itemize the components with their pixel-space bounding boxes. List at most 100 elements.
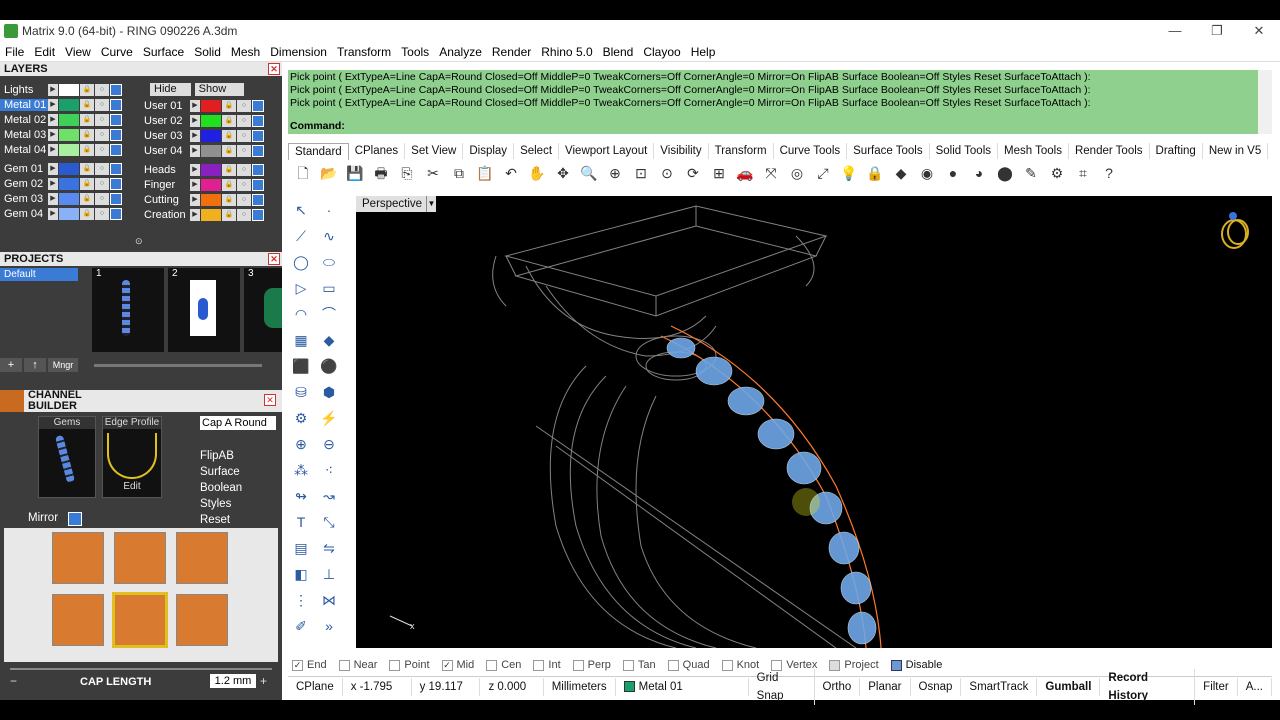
layer-expand-icon[interactable]: ▶ bbox=[48, 128, 58, 141]
show-button[interactable]: Show bbox=[194, 83, 245, 96]
menu-mesh[interactable]: Mesh bbox=[226, 45, 265, 59]
arc-icon[interactable]: ◠ bbox=[290, 304, 312, 324]
up-project-button[interactable]: ↑ bbox=[24, 358, 46, 372]
layer-lock-icon[interactable]: 🔒 bbox=[80, 162, 94, 175]
layer-expand-icon[interactable]: ▶ bbox=[190, 129, 200, 142]
fillet-curve-icon[interactable]: ⌒ bbox=[318, 304, 340, 324]
perspective-viewport[interactable]: x bbox=[356, 196, 1272, 648]
layer-material-icon[interactable] bbox=[110, 128, 122, 141]
car-icon[interactable]: 🚗 bbox=[734, 163, 756, 183]
osnap-project[interactable]: Project bbox=[829, 659, 879, 671]
projects-close-icon[interactable]: ✕ bbox=[268, 253, 280, 265]
cap-style-5-selected[interactable] bbox=[112, 592, 168, 648]
sphere-render-icon[interactable]: ◕ bbox=[968, 163, 990, 183]
layer-visibility-icon[interactable]: ○ bbox=[95, 207, 109, 220]
zoom-extents-icon[interactable]: ⊡ bbox=[630, 163, 652, 183]
circle-icon[interactable]: ◎ bbox=[786, 163, 808, 183]
tab-set-view[interactable]: Set View bbox=[405, 143, 464, 159]
menu-solid[interactable]: Solid bbox=[189, 45, 226, 59]
osnap-near[interactable]: Near bbox=[338, 659, 377, 671]
layer-lock-icon[interactable]: 🔒 bbox=[80, 98, 94, 111]
light-icon[interactable]: 💡 bbox=[838, 163, 860, 183]
layer-visibility-icon[interactable]: ○ bbox=[237, 99, 251, 112]
tab-render-tools[interactable]: Render Tools bbox=[1069, 143, 1150, 159]
osnap-disable[interactable]: Disable bbox=[890, 659, 942, 671]
layer-material-icon[interactable] bbox=[110, 177, 122, 190]
zoom-window-icon[interactable]: ⊕ bbox=[604, 163, 626, 183]
polyline-icon[interactable]: ⟋ bbox=[290, 226, 312, 246]
layer-color-swatch[interactable] bbox=[59, 177, 79, 190]
rotate-view-icon[interactable]: ⟳ bbox=[682, 163, 704, 183]
osnap-int-checkbox[interactable] bbox=[533, 659, 545, 671]
layer-expand-icon[interactable]: ▶ bbox=[190, 114, 200, 127]
layer-expand-icon[interactable]: ▶ bbox=[190, 193, 200, 206]
select-arrow-icon[interactable]: ↖ bbox=[290, 200, 312, 220]
channel-close-icon[interactable]: ✕ bbox=[264, 394, 276, 406]
layer-lock-icon[interactable]: 🔒 bbox=[222, 114, 236, 127]
cap-length-input[interactable]: 1.2 mm bbox=[210, 674, 256, 688]
layer-lock-icon[interactable]: 🔒 bbox=[222, 178, 236, 191]
layer-expand-icon[interactable]: ▶ bbox=[48, 143, 58, 156]
menu-curve[interactable]: Curve bbox=[96, 45, 138, 59]
trim-icon[interactable]: ↬ bbox=[290, 486, 312, 506]
layer-expand-icon[interactable]: ▶ bbox=[190, 99, 200, 112]
layer-name[interactable]: Lights bbox=[0, 84, 48, 96]
layer-row[interactable]: User 02 ▶ 🔒 ○ bbox=[140, 113, 280, 128]
project-thumb-3[interactable]: 3 bbox=[244, 268, 282, 352]
cap-style-4[interactable] bbox=[52, 594, 104, 646]
layer-name[interactable]: User 01 bbox=[140, 100, 190, 112]
save-icon[interactable]: 💾 bbox=[344, 163, 366, 183]
layer-color-swatch[interactable] bbox=[201, 193, 221, 206]
layer-name[interactable]: Metal 02 bbox=[0, 114, 48, 126]
layer-row[interactable]: Gem 02 ▶ 🔒 ○ bbox=[0, 176, 134, 191]
viewport-menu-icon[interactable]: ▼ bbox=[426, 196, 436, 212]
layer-expand-icon[interactable]: ▶ bbox=[48, 162, 58, 175]
project-default[interactable]: Default bbox=[0, 268, 78, 281]
layer-row[interactable]: User 03 ▶ 🔒 ○ bbox=[140, 128, 280, 143]
layer-row[interactable]: User 01 ▶ 🔒 ○ bbox=[140, 98, 280, 113]
box-icon[interactable]: ⬛ bbox=[290, 356, 312, 376]
layer-visibility-icon[interactable]: ○ bbox=[95, 192, 109, 205]
layer-color-swatch[interactable] bbox=[59, 98, 79, 111]
layer-name[interactable]: User 03 bbox=[140, 130, 190, 142]
osnap-point-checkbox[interactable] bbox=[389, 659, 401, 671]
manager-button[interactable]: Mngr bbox=[48, 358, 78, 372]
layer-name[interactable]: Metal 01 bbox=[0, 98, 48, 111]
status-units[interactable]: Millimeters bbox=[544, 677, 616, 696]
layer-color-swatch[interactable] bbox=[59, 128, 79, 141]
option-flipab[interactable]: FlipAB bbox=[200, 448, 276, 464]
dimension-icon[interactable]: ⌗ bbox=[1072, 163, 1094, 183]
layer-lock-icon[interactable]: 🔒 bbox=[80, 113, 94, 126]
layer-name[interactable]: Gem 03 bbox=[0, 193, 48, 205]
layer-row[interactable]: Cutting ▶ 🔒 ○ bbox=[140, 192, 280, 207]
command-scrollbar[interactable] bbox=[1258, 70, 1272, 134]
tab-standard[interactable]: Standard bbox=[288, 142, 349, 160]
menu-view[interactable]: View bbox=[60, 45, 96, 59]
layer-lock-icon[interactable]: 🔒 bbox=[222, 193, 236, 206]
osnap-near-checkbox[interactable] bbox=[338, 659, 350, 671]
rectangle-icon[interactable]: ▭ bbox=[318, 278, 340, 298]
layer-visibility-icon[interactable]: ○ bbox=[237, 163, 251, 176]
option-boolean[interactable]: Boolean bbox=[200, 480, 276, 496]
layer-name[interactable]: Heads bbox=[140, 164, 190, 176]
align-icon[interactable]: ⋈ bbox=[318, 590, 340, 610]
layer-visibility-icon[interactable]: ○ bbox=[95, 98, 109, 111]
command-prompt[interactable]: Command: bbox=[288, 118, 1258, 134]
osnap-tan-checkbox[interactable] bbox=[622, 659, 634, 671]
menu-edit[interactable]: Edit bbox=[29, 45, 60, 59]
pan-icon[interactable]: ✋ bbox=[526, 163, 548, 183]
layer-name[interactable]: Metal 04 bbox=[0, 144, 48, 156]
status-record-history[interactable]: Record History bbox=[1100, 668, 1196, 705]
layer-visibility-icon[interactable]: ○ bbox=[237, 114, 251, 127]
layer-row[interactable]: Metal 04 ▶ 🔒 ○ bbox=[0, 142, 134, 157]
color-wheel-icon[interactable]: ◉ bbox=[916, 163, 938, 183]
text-icon[interactable]: T bbox=[290, 512, 312, 532]
option-reset[interactable]: Reset bbox=[200, 512, 276, 528]
layer-expand-icon[interactable]: ▶ bbox=[48, 177, 58, 190]
layer-row[interactable]: User 04 ▶ 🔒 ○ bbox=[140, 143, 280, 158]
layer-visibility-icon[interactable]: ○ bbox=[95, 177, 109, 190]
status-ortho[interactable]: Ortho bbox=[815, 677, 861, 696]
paint-icon[interactable]: ✐ bbox=[290, 616, 312, 636]
layer-name[interactable]: Finger bbox=[140, 179, 190, 191]
menu-render[interactable]: Render bbox=[487, 45, 536, 59]
